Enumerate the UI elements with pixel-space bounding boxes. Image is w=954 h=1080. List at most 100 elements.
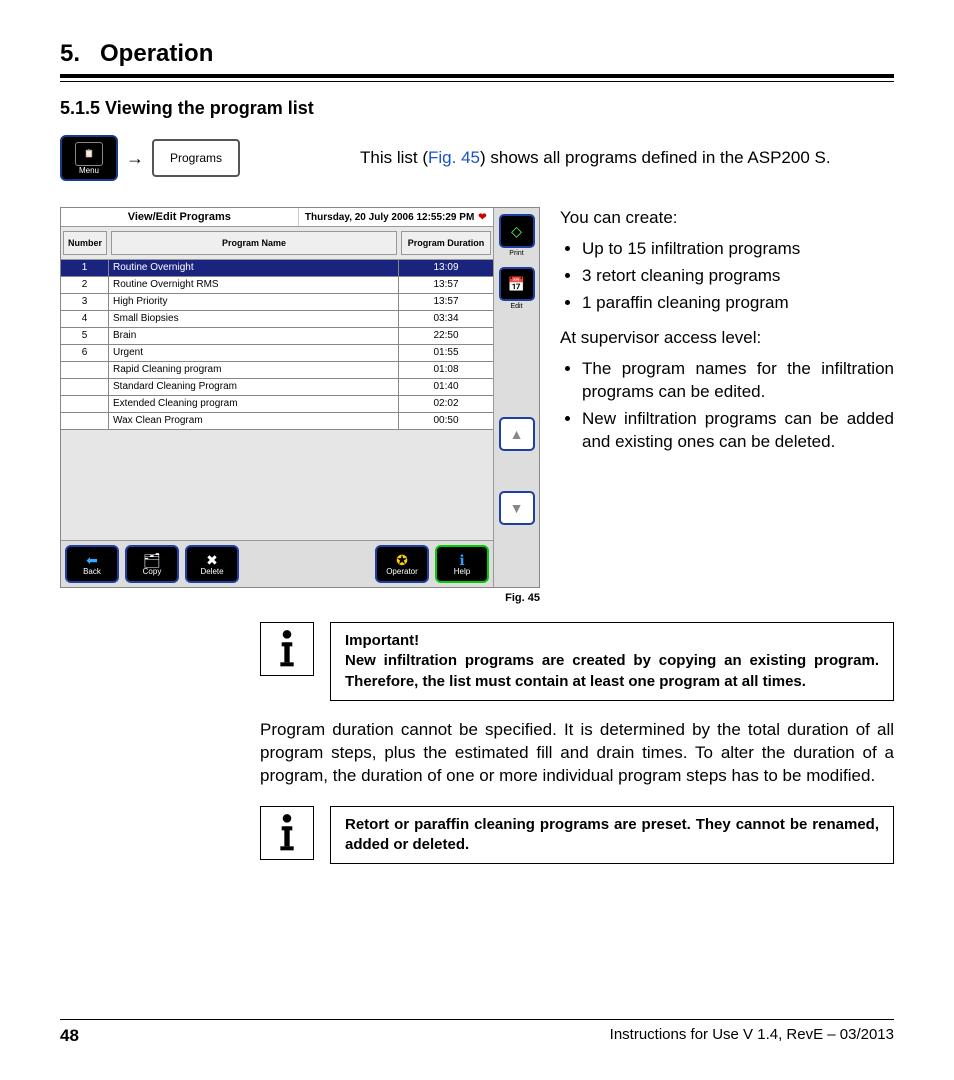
- chevron-up-icon: ▲: [510, 426, 524, 442]
- important-note: Important! New infiltration programs are…: [260, 622, 894, 701]
- col-header-duration: Program Duration: [401, 231, 491, 255]
- cell-name: Wax Clean Program: [109, 413, 399, 429]
- window-titlebar: View/Edit Programs Thursday, 20 July 200…: [61, 208, 493, 227]
- back-button[interactable]: ⬅Back: [65, 545, 119, 583]
- page-number: 48: [60, 1026, 79, 1046]
- cell-duration: 13:09: [399, 260, 493, 276]
- copy-icon: 🗂: [143, 553, 161, 567]
- chapter-title: Operation: [100, 40, 213, 68]
- cell-duration: 22:50: [399, 328, 493, 344]
- programs-button[interactable]: Programs: [152, 139, 240, 177]
- cell-duration: 02:02: [399, 396, 493, 412]
- nav-path: 📋 Menu → Programs: [60, 135, 240, 181]
- cell-duration: 13:57: [399, 277, 493, 293]
- clipboard-icon: 📋: [84, 149, 94, 158]
- cell-name: Brain: [109, 328, 399, 344]
- figure-caption: Fig. 45: [60, 592, 540, 604]
- cell-name: Urgent: [109, 345, 399, 361]
- table-row[interactable]: 1Routine Overnight13:09: [61, 260, 493, 277]
- cell-number: 1: [61, 260, 109, 276]
- cell-duration: 13:57: [399, 294, 493, 310]
- chapter-header: 5. Operation: [60, 40, 894, 78]
- cell-name: Rapid Cleaning program: [109, 362, 399, 378]
- menu-label: Menu: [79, 166, 99, 175]
- col-header-name: Program Name: [111, 231, 397, 255]
- table-row[interactable]: Rapid Cleaning program01:08: [61, 362, 493, 379]
- cell-name: Extended Cleaning program: [109, 396, 399, 412]
- duration-paragraph: Program duration cannot be specified. It…: [260, 719, 894, 788]
- cell-name: High Priority: [109, 294, 399, 310]
- important-text: Important! New infiltration programs are…: [330, 622, 894, 701]
- description-column: You can create: Up to 15 infiltration pr…: [560, 207, 894, 604]
- cell-number: [61, 379, 109, 395]
- supervisor-intro: At supervisor access level:: [560, 327, 894, 350]
- doc-version: Instructions for Use V 1.4, RevE – 03/20…: [610, 1026, 894, 1046]
- cell-duration: 03:34: [399, 311, 493, 327]
- cell-name: Small Biopsies: [109, 311, 399, 327]
- cell-name: Standard Cleaning Program: [109, 379, 399, 395]
- figure-link[interactable]: Fig. 45: [428, 148, 480, 167]
- side-toolbar: ◇ Print 📅 Edit ▲ ▼: [493, 208, 539, 587]
- program-list-screenshot: View/Edit Programs Thursday, 20 July 200…: [60, 207, 540, 588]
- cell-duration: 01:40: [399, 379, 493, 395]
- cell-duration: 01:08: [399, 362, 493, 378]
- delete-icon: ✖: [206, 553, 218, 567]
- info-i-icon: [273, 629, 301, 669]
- table-row[interactable]: 6Urgent01:55: [61, 345, 493, 362]
- cell-number: 4: [61, 311, 109, 327]
- copy-button[interactable]: 🗂Copy: [125, 545, 179, 583]
- delete-button[interactable]: ✖Delete: [185, 545, 239, 583]
- scroll-down-button[interactable]: ▼: [499, 491, 535, 525]
- cell-number: [61, 413, 109, 429]
- list-item: New infiltration programs can be added a…: [582, 408, 894, 454]
- preset-text: Retort or paraffin cleaning programs are…: [330, 806, 894, 865]
- cell-name: Routine Overnight: [109, 260, 399, 276]
- list-item: 1 paraffin cleaning program: [582, 292, 894, 315]
- cell-number: [61, 396, 109, 412]
- cell-number: [61, 362, 109, 378]
- cell-name: Routine Overnight RMS: [109, 277, 399, 293]
- arrow-left-icon: ⬅: [86, 553, 98, 567]
- scroll-up-button[interactable]: ▲: [499, 417, 535, 451]
- operator-button[interactable]: ✪Operator: [375, 545, 429, 583]
- supervisor-list: The program names for the infiltration p…: [560, 358, 894, 454]
- cell-number: 2: [61, 277, 109, 293]
- preset-note: Retort or paraffin cleaning programs are…: [260, 806, 894, 865]
- section-title: 5.1.5 Viewing the program list: [60, 98, 894, 119]
- edit-button[interactable]: 📅: [499, 267, 535, 301]
- table-row[interactable]: Standard Cleaning Program01:40: [61, 379, 493, 396]
- cell-duration: 01:55: [399, 345, 493, 361]
- print-icon: ◇: [511, 223, 522, 240]
- chapter-number: 5.: [60, 40, 80, 68]
- table-row[interactable]: Extended Cleaning program02:02: [61, 396, 493, 413]
- cell-number: 3: [61, 294, 109, 310]
- window-datetime: Thursday, 20 July 2006 12:55:29 PM: [305, 212, 474, 223]
- list-item: 3 retort cleaning programs: [582, 265, 894, 288]
- bottom-toolbar: ⬅Back 🗂Copy ✖Delete ✪Operator ℹHelp: [61, 540, 493, 587]
- table-headers: Number Program Name Program Duration: [61, 227, 493, 260]
- menu-button[interactable]: 📋 Menu: [60, 135, 118, 181]
- info-i-icon: [273, 813, 301, 853]
- create-intro: You can create:: [560, 207, 894, 230]
- edit-icon: 📅: [508, 276, 525, 293]
- list-item: The program names for the infiltration p…: [582, 358, 894, 404]
- table-row[interactable]: 2Routine Overnight RMS13:57: [61, 277, 493, 294]
- operator-icon: ✪: [396, 553, 408, 567]
- cell-number: 6: [61, 345, 109, 361]
- intro-text: This list (Fig. 45) shows all programs d…: [360, 148, 894, 168]
- page-footer: 48 Instructions for Use V 1.4, RevE – 03…: [60, 1019, 894, 1046]
- help-button[interactable]: ℹHelp: [435, 545, 489, 583]
- cell-number: 5: [61, 328, 109, 344]
- cell-duration: 00:50: [399, 413, 493, 429]
- table-row[interactable]: Wax Clean Program00:50: [61, 413, 493, 430]
- print-button[interactable]: ◇: [499, 214, 535, 248]
- info-icon-box: [260, 806, 314, 860]
- table-row[interactable]: 4Small Biopsies03:34: [61, 311, 493, 328]
- heart-icon: ❤: [478, 212, 486, 223]
- table-row[interactable]: 3High Priority13:57: [61, 294, 493, 311]
- window-title: View/Edit Programs: [61, 208, 299, 226]
- info-icon-box: [260, 622, 314, 676]
- chevron-down-icon: ▼: [510, 500, 524, 516]
- col-header-number: Number: [63, 231, 107, 255]
- table-row[interactable]: 5Brain22:50: [61, 328, 493, 345]
